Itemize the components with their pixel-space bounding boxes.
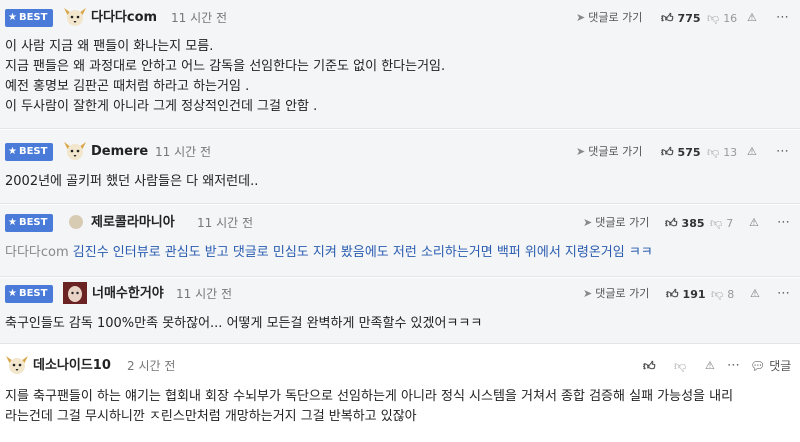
comment-time: 11 시간 전 bbox=[155, 145, 212, 159]
downvote-button[interactable]: 👎︎ bbox=[674, 357, 690, 376]
comment-nickname[interactable]: Demere bbox=[91, 143, 148, 161]
default-avatar-icon[interactable] bbox=[64, 211, 88, 233]
comment-nickname[interactable]: 너매수한거야 bbox=[92, 285, 164, 303]
more-options-icon[interactable]: ⋯ bbox=[727, 357, 740, 375]
reply-link[interactable]: ➤ 댓글로 가기 bbox=[583, 214, 649, 232]
best-badge: ★ BEST bbox=[5, 143, 53, 161]
reply-button[interactable]: 💬︎ 댓글 bbox=[750, 357, 791, 375]
reply-arrow-icon: ➤ bbox=[583, 287, 593, 300]
comment-time: 11 시간 전 bbox=[176, 287, 233, 301]
more-options-icon[interactable]: ⋯ bbox=[776, 143, 789, 161]
best-badge: ★ BEST bbox=[5, 285, 53, 303]
thumbs-down-icon: 👎︎ bbox=[707, 145, 720, 159]
more-options-icon[interactable]: ⋯ bbox=[776, 9, 789, 27]
photo-avatar-icon[interactable] bbox=[63, 282, 87, 304]
more-options-icon[interactable]: ⋯ bbox=[777, 285, 790, 303]
star-icon: ★ bbox=[8, 288, 17, 299]
best-badge: ★ BEST bbox=[5, 9, 53, 27]
thumbs-down-icon: 👎︎ bbox=[711, 287, 724, 301]
star-icon: ★ bbox=[8, 146, 17, 157]
comment-time: 11 시간 전 bbox=[171, 11, 228, 25]
reply-arrow-icon: ➤ bbox=[583, 216, 593, 229]
downvote-button[interactable]: 👎︎ 13 bbox=[707, 143, 737, 162]
thumbs-up-icon: 👍︎ bbox=[661, 11, 674, 25]
thumbs-up-icon: 👍︎ bbox=[643, 359, 656, 373]
upvote-button[interactable]: 👍︎ bbox=[643, 357, 660, 376]
upvote-button[interactable]: 👍︎ 575 bbox=[661, 143, 701, 162]
upvote-button[interactable]: 👍︎ 385 bbox=[665, 214, 705, 233]
mention-nickname[interactable]: 다다다com bbox=[5, 245, 69, 260]
comment-bubble-icon: 💬︎ bbox=[750, 359, 766, 373]
thumbs-down-icon: 👎︎ bbox=[710, 216, 723, 230]
comment-item: ★ BEST 제로콜라마니아 11 시간 전 ➤ 댓글로 가기 👍︎ 385 👎︎ 7 … bbox=[0, 205, 800, 277]
fox-avatar-icon[interactable] bbox=[5, 354, 29, 376]
comment-body: 2002년에 골키퍼 했던 사람들은 다 왜저런데.. bbox=[5, 174, 259, 189]
comment-time: 2 시간 전 bbox=[127, 359, 176, 373]
comment-body: 지를 축구팬들이 하는 얘기는 협회내 회장 수뇌부가 독단으로 선임하는게 아… bbox=[5, 389, 734, 424]
reply-link[interactable]: ➤ 댓글로 가기 bbox=[576, 9, 642, 27]
downvote-button[interactable]: 👎︎ 8 bbox=[711, 285, 734, 304]
comment-body: 축구인들도 감독 100%만족 못하잖어... 어떻게 모든걸 완벽하게 만족할… bbox=[5, 316, 483, 331]
reply-arrow-icon: ➤ bbox=[576, 11, 586, 24]
comment-nickname[interactable]: 다다다com bbox=[91, 9, 157, 27]
fox-avatar-icon[interactable] bbox=[63, 6, 87, 28]
comment-nickname[interactable]: 제로콜라마니아 bbox=[91, 214, 175, 232]
thumbs-up-icon: 👍︎ bbox=[665, 216, 678, 230]
report-icon[interactable]: ⚠ bbox=[750, 285, 760, 303]
thumbs-up-icon: 👍︎ bbox=[666, 287, 679, 301]
comment-body: 다다다com 김진수 인터뷰로 관심도 받고 댓글로 민심도 지켜 봤음에도 저… bbox=[5, 245, 653, 260]
upvote-button[interactable]: 👍︎ 775 bbox=[661, 9, 701, 28]
upvote-button[interactable]: 👍︎ 191 bbox=[666, 285, 706, 304]
comment-body: 이 사람 지금 왜 팬들이 화나는지 모름. 지금 팬들은 왜 과정대로 안하고… bbox=[5, 39, 446, 114]
reply-arrow-icon: ➤ bbox=[576, 145, 586, 158]
downvote-button[interactable]: 👎︎ 16 bbox=[707, 9, 737, 28]
reply-link[interactable]: ➤ 댓글로 가기 bbox=[576, 143, 642, 161]
reply-link[interactable]: ➤ 댓글로 가기 bbox=[583, 285, 649, 303]
report-icon[interactable]: ⚠ bbox=[747, 9, 757, 27]
best-badge: ★ BEST bbox=[5, 214, 53, 232]
comment-nickname[interactable]: 데소나이드10 bbox=[33, 357, 111, 375]
comment-item: ★ BEST Demere 11 시간 전 ➤ 댓글로 가기 👍︎ 575 👎︎ 13 … bbox=[0, 130, 800, 204]
fox-avatar-icon[interactable] bbox=[63, 140, 87, 162]
thumbs-down-icon: 👎︎ bbox=[674, 359, 687, 373]
more-options-icon[interactable]: ⋯ bbox=[777, 214, 790, 232]
thumbs-up-icon: 👍︎ bbox=[661, 145, 674, 159]
comment-item: ★ BEST 너매수한거야 11 시간 전 ➤ 댓글로 가기 👍︎ 191 👎︎ 8 ⚠… bbox=[0, 278, 800, 344]
comment-time: 11 시간 전 bbox=[197, 216, 254, 230]
thumbs-down-icon: 👎︎ bbox=[707, 11, 720, 25]
report-icon[interactable]: ⚠ bbox=[747, 143, 757, 161]
comment-item: 데소나이드10 2 시간 전 👍︎ 👎︎ ⚠ ⋯ 💬︎ 댓글 지를 축구팬들이 하… bbox=[0, 345, 800, 442]
star-icon: ★ bbox=[8, 12, 17, 23]
comment-item: ★ BEST 다다다com 11 시간 전 ➤ 댓글로 가기 👍︎ 775 👎︎ 16 … bbox=[0, 0, 800, 129]
downvote-button[interactable]: 👎︎ 7 bbox=[710, 214, 733, 233]
report-icon[interactable]: ⚠ bbox=[749, 214, 759, 232]
star-icon: ★ bbox=[8, 217, 17, 228]
report-icon[interactable]: ⚠ bbox=[705, 357, 715, 375]
